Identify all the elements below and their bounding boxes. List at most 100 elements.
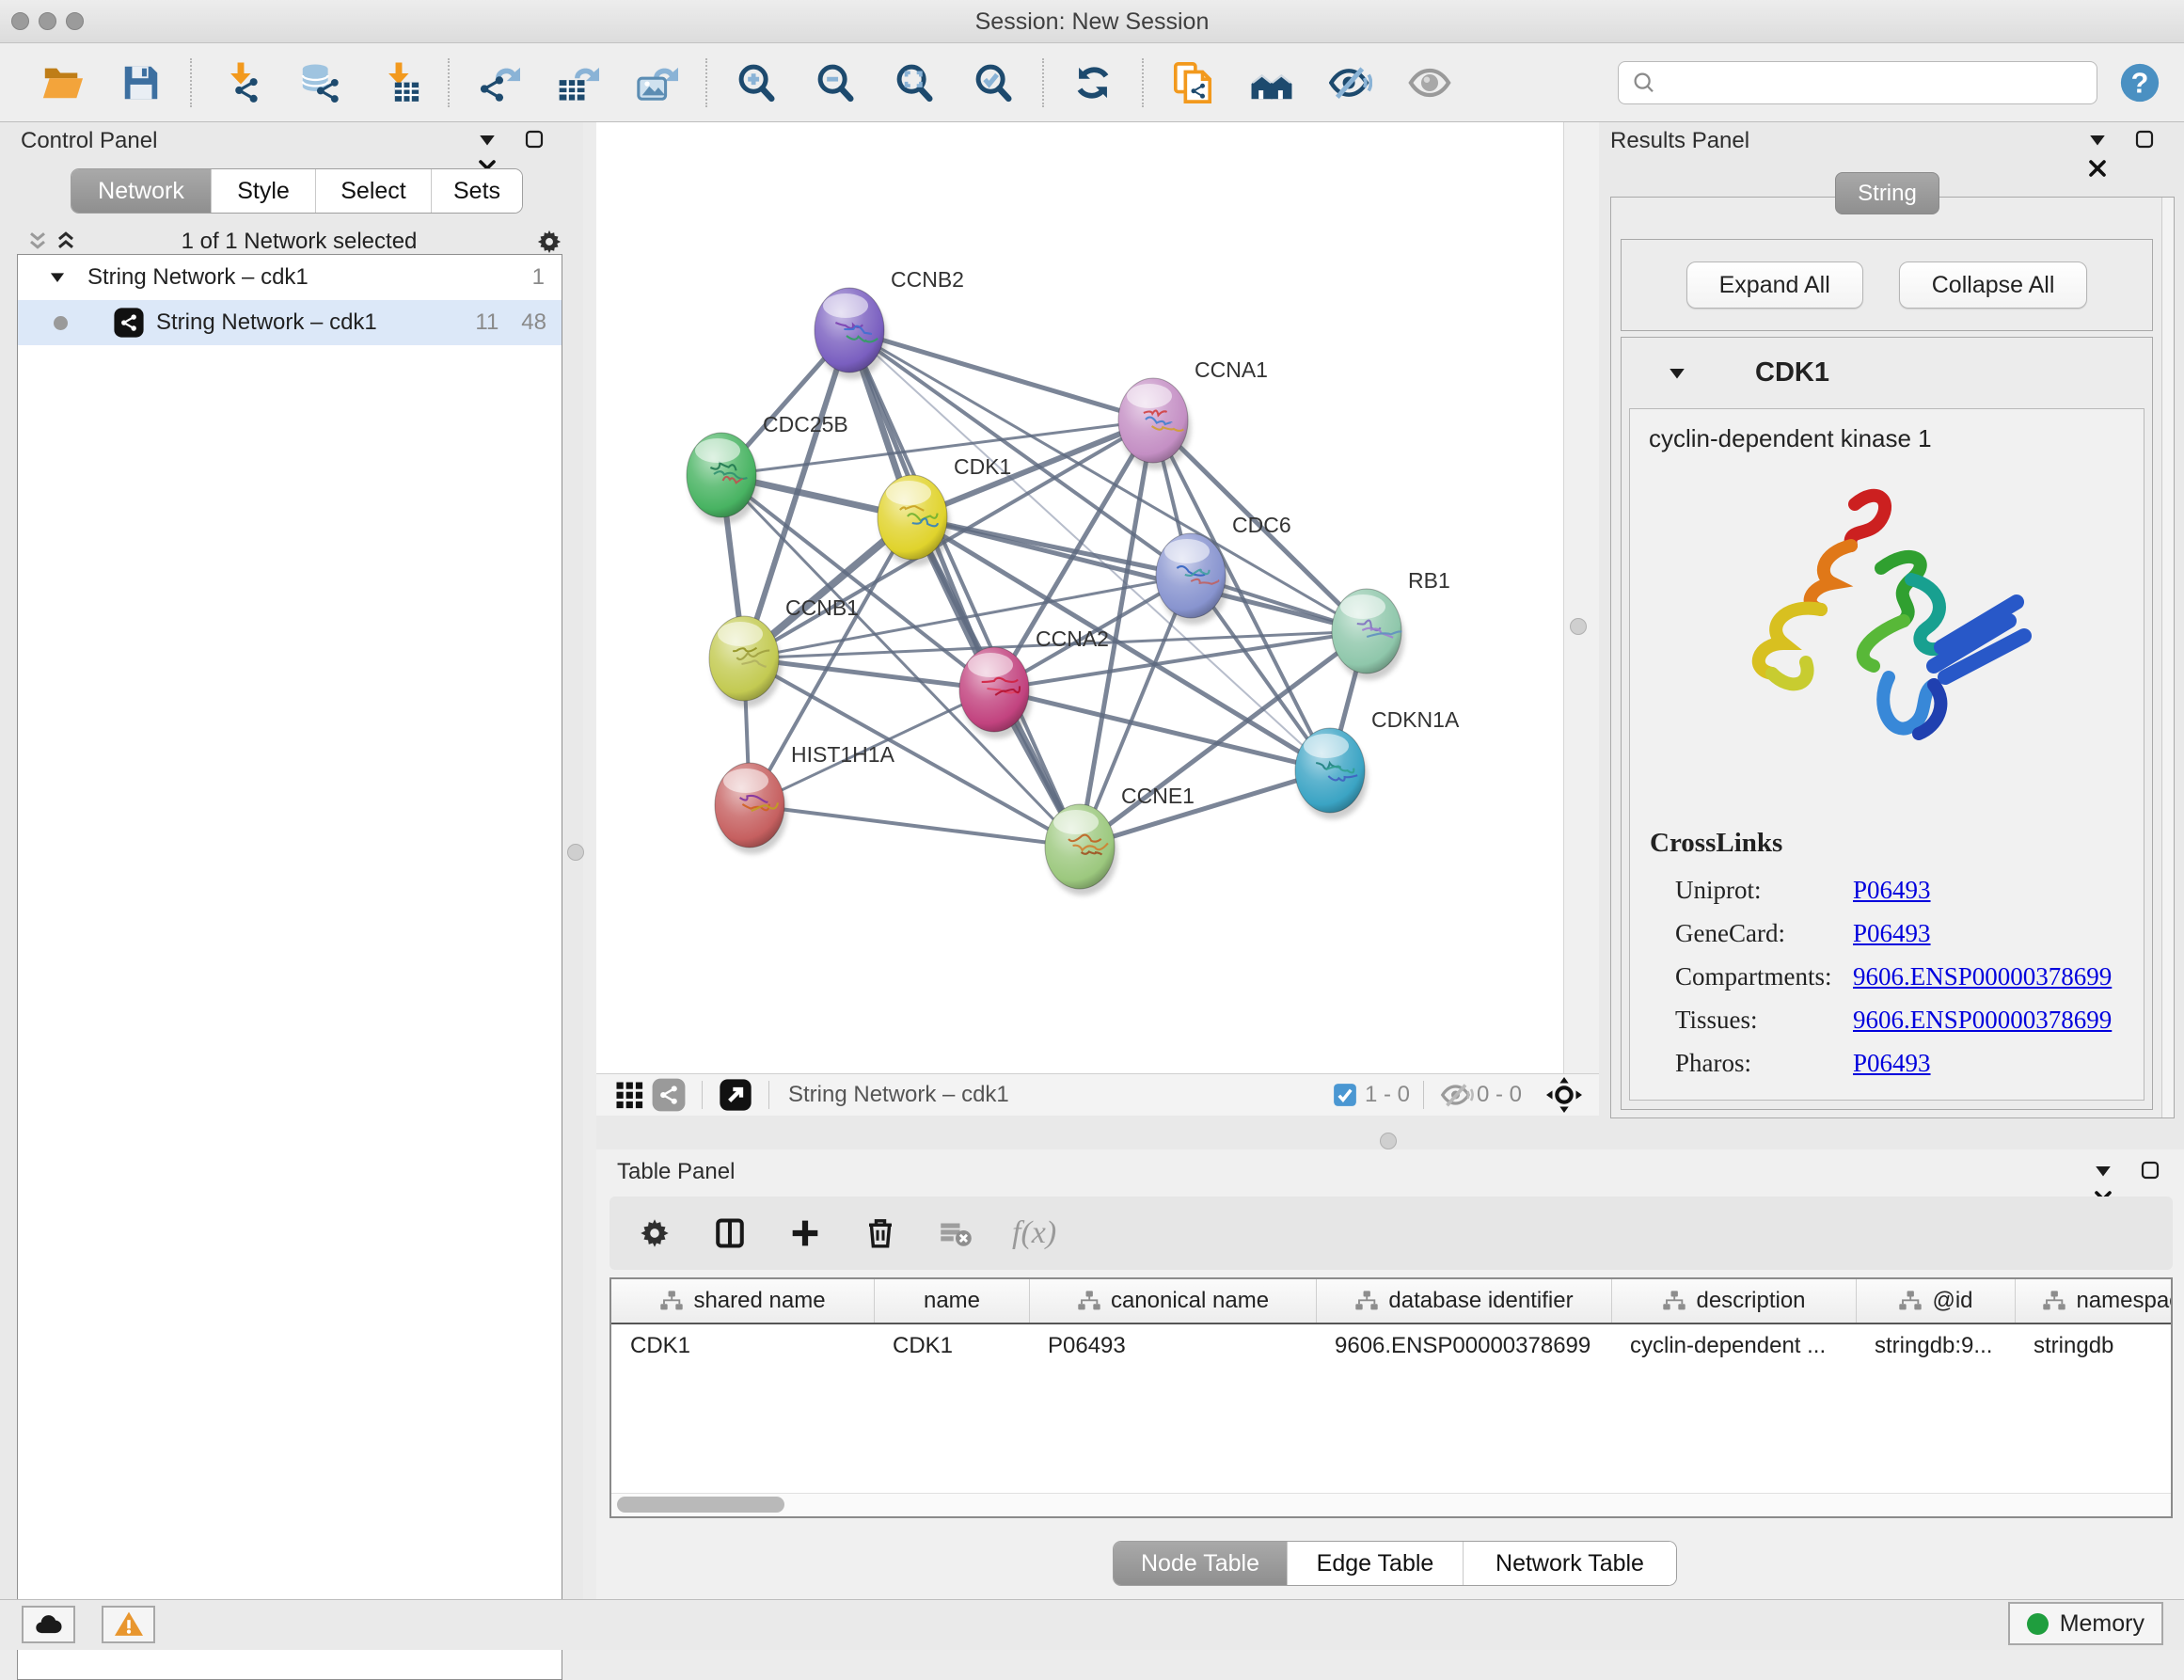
crosslink-link[interactable]: 9606.ENSP00000378699 [1853,1006,2112,1035]
column-header-name[interactable]: name [874,1279,1029,1323]
crosslink-link[interactable]: P06493 [1853,876,1931,905]
gear-icon[interactable] [636,1214,673,1252]
tab-node-table[interactable]: Node Table [1114,1542,1287,1585]
memory-button[interactable]: Memory [2008,1602,2163,1645]
results-panel-close-icon[interactable] [2084,155,2111,182]
tab-sets[interactable]: Sets [431,169,522,213]
export-network-icon[interactable] [477,61,520,104]
save-session-icon[interactable] [119,61,163,104]
cloud-button[interactable] [22,1606,75,1643]
duplicate-network-icon[interactable] [1171,61,1214,104]
warning-button[interactable] [102,1606,155,1643]
chevrons-up-icon[interactable] [53,229,79,255]
table-panel-collapse-arrow-icon[interactable] [2090,1158,2116,1184]
table-cell[interactable]: CDK1 [874,1324,1029,1368]
column-header-canonical-name[interactable]: canonical name [1029,1279,1316,1323]
network-edge[interactable] [849,330,1153,420]
protein-expand-arrow-icon[interactable] [1667,363,1687,384]
crosslink-link[interactable]: P06493 [1853,919,1931,948]
network-node-HIST1H1A[interactable]: HIST1H1A [715,742,895,854]
collapse-all-button[interactable]: Collapse All [1899,262,2088,309]
network-edge[interactable] [750,805,1080,847]
table-panel-float-icon[interactable] [2137,1157,2163,1183]
delete-column-icon[interactable] [862,1214,899,1252]
node-label: HIST1H1A [791,742,895,767]
network-node-RB1[interactable]: RB1 [1332,568,1450,680]
results-divider-handle[interactable] [1570,618,1587,635]
protein-section-header[interactable]: CDK1 [1622,338,2152,408]
help-button[interactable]: ? [2118,61,2161,104]
tab-network[interactable]: Network [71,169,211,213]
columns-icon[interactable] [711,1214,749,1252]
homes-icon[interactable] [1250,61,1293,104]
open-file-icon[interactable] [40,61,84,104]
crosslink-link[interactable]: P06493 [1853,1049,1931,1078]
show-eye-icon[interactable] [1408,61,1451,104]
selected-checkbox-icon[interactable] [1325,1076,1365,1114]
tab-edge-table[interactable]: Edge Table [1287,1542,1463,1585]
tab-network-table[interactable]: Network Table [1463,1542,1676,1585]
table-cell[interactable]: CDK1 [611,1324,874,1368]
warning-icon [113,1609,145,1640]
column-header-shared-name[interactable]: shared name [611,1279,874,1323]
collection-count: 1 [532,264,545,291]
zoom-in-icon[interactable] [735,61,778,104]
import-table-icon[interactable] [377,61,420,104]
refresh-layout-icon[interactable] [1071,61,1115,104]
column-header-database-identifier[interactable]: database identifier [1316,1279,1611,1323]
results-scrollbar[interactable] [2161,198,2174,1117]
table-cell[interactable]: stringdb [2015,1324,2173,1368]
network-node-CCNB2[interactable]: CCNB2 [815,267,964,379]
column-header-namespace[interactable]: namespace [2015,1279,2173,1323]
zoom-selected-icon[interactable] [972,61,1015,104]
tab-select[interactable]: Select [315,169,431,213]
column-header-description[interactable]: description [1611,1279,1856,1323]
table-panel-divider-handle[interactable] [1380,1133,1397,1149]
crosshair-icon[interactable] [1544,1076,1584,1114]
share-view-icon[interactable] [649,1076,688,1114]
control-panel-collapse-arrow-icon[interactable] [474,127,500,153]
chevrons-down-icon[interactable] [24,229,51,255]
zoom-out-icon[interactable] [814,61,857,104]
export-table-icon[interactable] [556,61,599,104]
search-input[interactable] [1618,61,2097,104]
network-edge[interactable] [1080,770,1330,847]
network-node-CCNA1[interactable]: CCNA1 [1118,357,1268,469]
table-panel-title: Table Panel [617,1159,735,1184]
import-network-icon[interactable] [219,61,262,104]
control-panel-float-icon[interactable] [521,126,547,152]
network-node-CDKN1A[interactable]: CDKN1A [1295,707,1460,819]
hide-eye-icon[interactable] [1329,61,1372,104]
view-network-title: String Network – cdk1 [788,1082,1009,1108]
crosslink-link[interactable]: 9606.ENSP00000378699 [1853,962,2112,991]
export-image-icon[interactable] [635,61,678,104]
results-panel-collapse-arrow-icon[interactable] [2084,127,2111,153]
table-cell[interactable]: cyclin-dependent ... [1611,1324,1856,1368]
collection-expand-arrow-icon[interactable] [48,268,67,287]
results-panel-float-icon[interactable] [2131,126,2158,152]
column-header--id[interactable]: @id [1856,1279,2015,1323]
table-cell[interactable]: stringdb:9... [1856,1324,2015,1368]
network-canvas[interactable]: CCNB2CCNA1CDC25BCDK1CDC6RB1CCNB1CCNA2CDK… [596,122,1563,1073]
search-field[interactable] [1658,69,2066,97]
import-database-icon[interactable] [298,61,341,104]
tree-collection-row[interactable]: String Network – cdk1 1 [18,255,562,300]
hidden-eye-icon[interactable] [1437,1076,1477,1114]
control-panel-divider-handle[interactable] [567,844,584,861]
expand-all-button[interactable]: Expand All [1686,262,1863,309]
grid-view-icon[interactable] [609,1076,649,1114]
gear-icon[interactable] [536,229,562,255]
table-cell[interactable]: P06493 [1029,1324,1316,1368]
table-hscrollbar-thumb[interactable] [617,1497,784,1513]
tab-style[interactable]: Style [211,169,315,213]
tree-network-row[interactable]: String Network – cdk1 11 48 [18,300,562,345]
add-column-icon[interactable] [786,1214,824,1252]
table-row[interactable]: CDK1CDK1P064939606.ENSP00000378699cyclin… [611,1324,2173,1368]
network-node-CCNE1[interactable]: CCNE1 [1045,784,1195,895]
network-edge[interactable] [849,330,1080,847]
zoom-fit-icon[interactable] [893,61,936,104]
tab-string[interactable]: String [1835,172,1939,214]
table-cell[interactable]: 9606.ENSP00000378699 [1316,1324,1611,1368]
open-external-icon[interactable] [716,1076,755,1114]
collection-label: String Network – cdk1 [87,264,309,291]
